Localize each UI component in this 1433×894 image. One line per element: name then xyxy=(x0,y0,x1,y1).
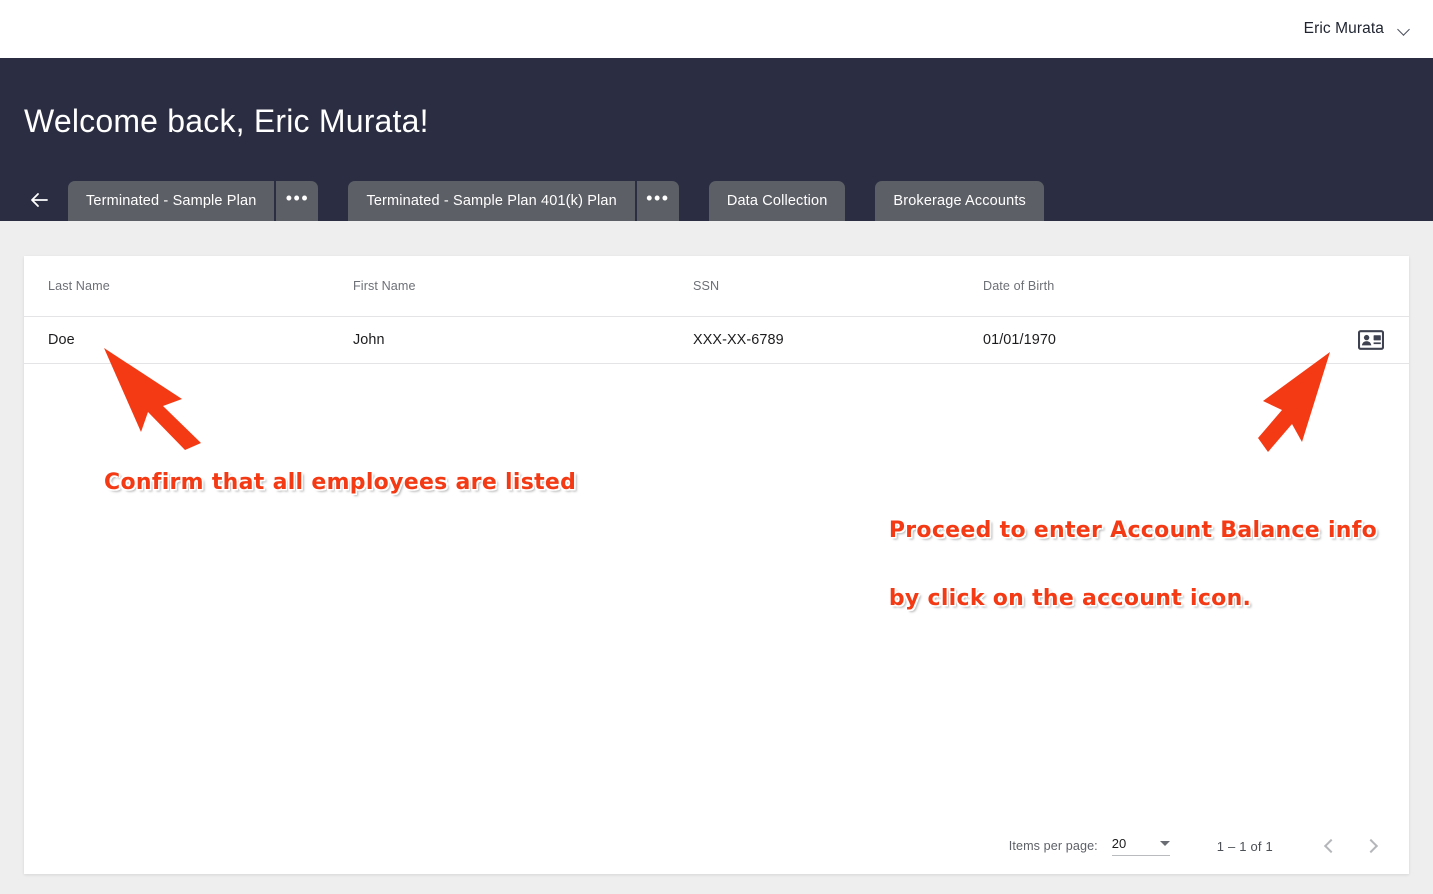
cell-ssn: XXX-XX-6789 xyxy=(669,316,959,364)
tab-group-brokerage-accounts: Brokerage Accounts xyxy=(875,181,1044,221)
tab-overflow-menu-1[interactable]: ••• xyxy=(636,181,679,221)
page-range-label: 1 – 1 of 1 xyxy=(1216,838,1273,854)
caret-down-icon xyxy=(1159,841,1170,846)
back-button[interactable] xyxy=(22,183,56,217)
tab-group-terminated-sample-plan-401k: Terminated - Sample Plan 401(k) Plan ••• xyxy=(348,181,679,221)
tab-terminated-sample-plan[interactable]: Terminated - Sample Plan xyxy=(68,181,275,221)
column-header-ssn: SSN xyxy=(669,256,959,317)
items-per-page-select[interactable]: 20 xyxy=(1111,836,1170,856)
page-title: Welcome back, Eric Murata! xyxy=(24,103,429,139)
items-per-page-value: 20 xyxy=(1111,836,1127,851)
employee-table-card: Last Name First Name SSN Date of Birth D… xyxy=(24,256,1409,874)
table-body: Doe John XXX-XX-6789 01/01/1970 xyxy=(24,316,1409,364)
arrow-left-icon xyxy=(31,193,48,207)
tab-data-collection[interactable]: Data Collection xyxy=(708,181,846,221)
chevron-left-icon xyxy=(1323,838,1339,854)
column-header-dob: Date of Birth xyxy=(959,256,1289,317)
tab-group-terminated-sample-plan: Terminated - Sample Plan ••• xyxy=(68,181,319,221)
tab-brokerage-accounts[interactable]: Brokerage Accounts xyxy=(875,181,1044,221)
next-page-button[interactable] xyxy=(1351,826,1391,866)
chevron-right-icon xyxy=(1363,838,1379,854)
top-bar: Eric Murata xyxy=(0,0,1433,58)
user-menu[interactable]: Eric Murata xyxy=(1304,20,1411,38)
cell-last-name: Doe xyxy=(24,316,329,364)
table-row[interactable]: Doe John XXX-XX-6789 01/01/1970 xyxy=(24,316,1409,364)
tab-overflow-menu-0[interactable]: ••• xyxy=(276,181,319,221)
cell-first-name: John xyxy=(329,316,669,364)
account-card-icon xyxy=(1358,329,1384,350)
cell-actions xyxy=(1289,316,1409,364)
previous-page-button[interactable] xyxy=(1311,826,1351,866)
table-header-row: Last Name First Name SSN Date of Birth xyxy=(24,256,1409,317)
tab-terminated-sample-plan-401k[interactable]: Terminated - Sample Plan 401(k) Plan xyxy=(348,181,635,221)
paginator: Items per page: 20 1 – 1 of 1 xyxy=(24,818,1409,874)
tab-strip: Terminated - Sample Plan ••• Terminated … xyxy=(0,178,1433,221)
user-menu-label: Eric Murata xyxy=(1303,20,1384,37)
column-header-actions xyxy=(1289,256,1409,317)
hero-banner: Welcome back, Eric Murata! Terminated - … xyxy=(0,58,1433,221)
tab-group-data-collection: Data Collection xyxy=(708,181,846,221)
chevron-down-icon xyxy=(1398,23,1411,36)
employee-table: Last Name First Name SSN Date of Birth D… xyxy=(24,256,1409,364)
account-balance-button[interactable] xyxy=(1357,329,1385,351)
table-header: Last Name First Name SSN Date of Birth xyxy=(24,256,1409,317)
items-per-page-label: Items per page: xyxy=(1008,839,1098,853)
cell-dob: 01/01/1970 xyxy=(959,316,1289,364)
column-header-first-name: First Name xyxy=(329,256,669,317)
column-header-last-name: Last Name xyxy=(24,256,329,317)
